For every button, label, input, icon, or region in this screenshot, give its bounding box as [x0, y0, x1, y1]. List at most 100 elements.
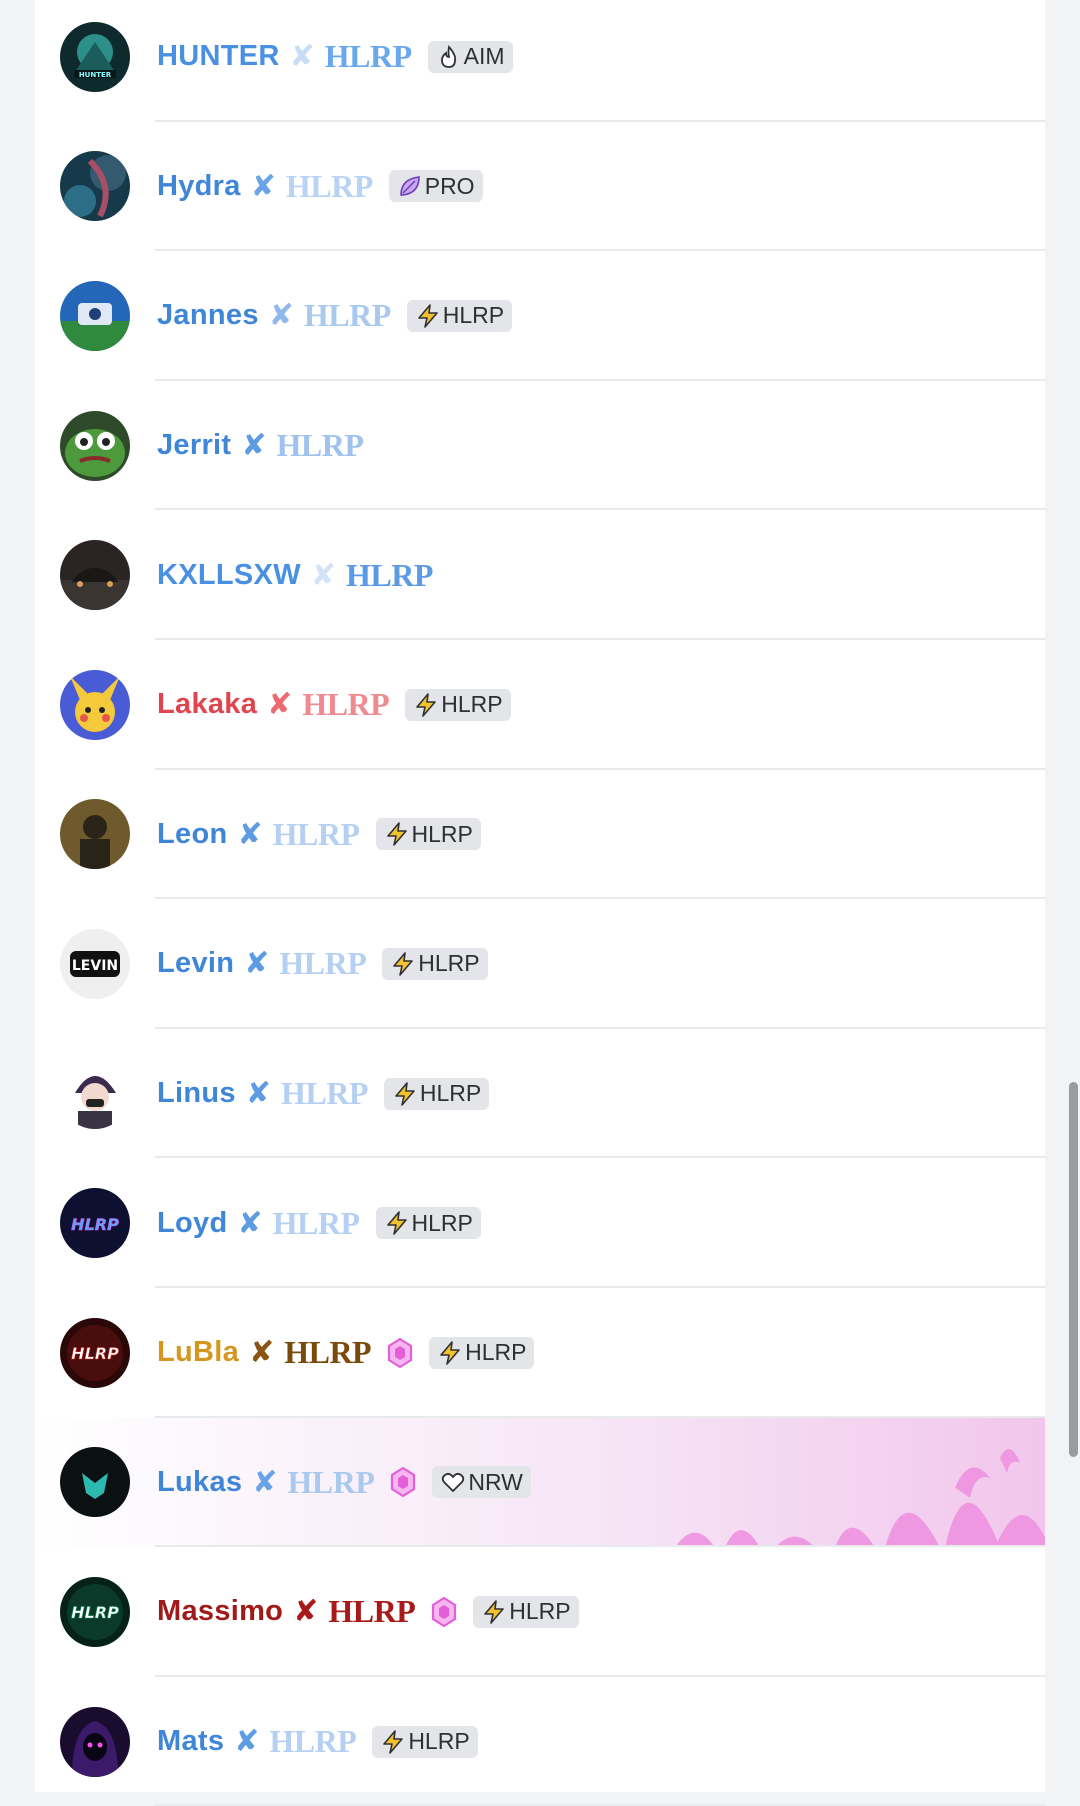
soldier-avatar [60, 799, 130, 870]
member-row[interactable]: HLRP Massimo ✘ HLRP HLRP [35, 1547, 1045, 1677]
badge-label: HLRP [419, 1080, 482, 1107]
hooded-avatar [60, 1706, 130, 1777]
bat-avatar [60, 1447, 130, 1518]
avatar[interactable] [60, 1058, 130, 1129]
anime-avatar [60, 1058, 130, 1129]
member-row[interactable]: Leon ✘ HLRP HLRP [35, 770, 1045, 900]
member-name[interactable]: Jerrit ✘ HLRP [157, 427, 364, 464]
username: Lukas [157, 1465, 243, 1498]
server-tag-badge[interactable]: AIM [427, 40, 513, 73]
member-name[interactable]: Jannes ✘ HLRP HLRP [157, 297, 513, 334]
server-tag-badge[interactable]: HLRP [405, 688, 511, 721]
clan-tag: HLRP [303, 297, 391, 334]
member-name[interactable]: Lukas ✘ HLRP NRW [157, 1464, 531, 1501]
badge-label: NRW [468, 1468, 523, 1495]
badge-label: HLRP [408, 1728, 470, 1755]
member-name[interactable]: Lakaka ✘ HLRP HLRP [157, 686, 511, 723]
hlrp-green-avatar: HLRP [60, 1576, 130, 1647]
member-name[interactable]: HUNTER ✘ HLRP AIM [157, 38, 513, 75]
member-name[interactable]: Massimo ✘ HLRP HLRP [157, 1593, 579, 1630]
scrollbar-thumb[interactable] [1069, 1082, 1078, 1457]
hydra-avatar [60, 151, 130, 222]
badge-label: HLRP [442, 302, 505, 329]
member-name[interactable]: Hydra ✘ HLRP PRO [157, 168, 483, 205]
username: Levin [157, 947, 235, 980]
server-tag-badge[interactable]: HLRP [473, 1595, 579, 1628]
cross-separator: ✘ [267, 688, 293, 722]
cross-separator: ✘ [244, 947, 270, 981]
member-row[interactable]: LEVIN Levin ✘ HLRP HLRP [35, 899, 1045, 1029]
member-row[interactable]: Hydra ✘ HLRP PRO [35, 122, 1045, 252]
username: Hydra [157, 169, 241, 202]
heart-icon [440, 1469, 466, 1495]
member-name[interactable]: Levin ✘ HLRP HLRP [157, 945, 488, 982]
member-row[interactable]: Jerrit ✘ HLRP [35, 381, 1045, 511]
server-tag-badge[interactable]: HLRP [406, 299, 513, 332]
server-tag-badge[interactable]: NRW [432, 1466, 531, 1499]
clan-tag: HLRP [284, 1334, 372, 1371]
lightning-icon [384, 821, 410, 847]
server-tag-badge[interactable]: HLRP [429, 1336, 535, 1369]
avatar[interactable]: HLRP [60, 1576, 130, 1647]
member-name[interactable]: Mats ✘ HLRP HLRP [157, 1723, 478, 1760]
avatar[interactable] [60, 669, 130, 740]
server-booster-icon[interactable] [390, 1466, 416, 1498]
lightning-icon [392, 1081, 418, 1107]
badge-label: HLRP [411, 1209, 473, 1236]
avatar[interactable] [60, 799, 130, 870]
member-row[interactable]: Mats ✘ HLRP HLRP [35, 1677, 1045, 1806]
svg-text:HUNTER: HUNTER [79, 71, 112, 79]
avatar[interactable]: HUNTER [60, 21, 130, 92]
member-row[interactable]: Lukas ✘ HLRP NRW [35, 1417, 1045, 1548]
member-name[interactable]: Leon ✘ HLRP HLRP [157, 816, 481, 853]
server-tag-badge[interactable]: PRO [388, 170, 483, 203]
avatar[interactable] [60, 410, 130, 481]
badge-label: HLRP [509, 1598, 571, 1625]
avatar[interactable] [60, 280, 130, 351]
avatar[interactable] [60, 1447, 130, 1518]
username: KXLLSXW [157, 558, 301, 591]
badge-label: PRO [424, 172, 475, 199]
avatar[interactable]: LEVIN [60, 928, 130, 999]
server-tag-badge[interactable]: HLRP [375, 1207, 481, 1240]
member-row[interactable]: HUNTER HUNTER ✘ HLRP AIM [35, 0, 1045, 122]
hlrp-neon-avatar: HLRP [60, 1188, 130, 1259]
cross-separator: ✘ [241, 429, 267, 463]
member-name[interactable]: LuBla ✘ HLRP HLRP [157, 1334, 535, 1371]
server-tag-badge[interactable]: HLRP [382, 947, 488, 980]
server-tag-badge[interactable]: HLRP [383, 1077, 490, 1110]
member-row[interactable]: HLRP Loyd ✘ HLRP HLRP [35, 1158, 1045, 1288]
clan-tag: HLRP [272, 815, 360, 852]
server-booster-icon[interactable] [431, 1596, 457, 1628]
username: Jerrit [157, 429, 232, 462]
cross-separator: ✘ [252, 1465, 278, 1499]
server-booster-icon[interactable] [387, 1337, 413, 1369]
server-tag-badge[interactable]: HLRP [372, 1725, 478, 1758]
avatar[interactable]: HLRP [60, 1188, 130, 1259]
cross-separator: ✘ [310, 558, 337, 592]
member-row[interactable]: Lakaka ✘ HLRP HLRP [35, 640, 1045, 770]
server-tag-badge[interactable]: HLRP [375, 818, 481, 851]
cross-separator: ✘ [249, 1336, 275, 1370]
lightning-icon [437, 1340, 463, 1366]
avatar[interactable] [60, 540, 130, 611]
username: Jannes [157, 299, 259, 332]
pikachu-avatar [60, 669, 130, 740]
username: Loyd [157, 1206, 228, 1239]
cross-separator: ✘ [237, 817, 263, 851]
avatar[interactable] [60, 151, 130, 222]
member-row[interactable]: Jannes ✘ HLRP HLRP [35, 251, 1045, 381]
member-name[interactable]: Loyd ✘ HLRP HLRP [157, 1205, 481, 1242]
member-name[interactable]: Linus ✘ HLRP HLRP [157, 1075, 490, 1112]
member-row[interactable]: KXLLSXW ✘ HLRP [35, 510, 1045, 640]
avatar[interactable]: HLRP [60, 1317, 130, 1388]
lightning-icon [390, 951, 416, 977]
lightning-icon [415, 303, 441, 329]
member-row[interactable]: Linus ✘ HLRP HLRP [35, 1029, 1045, 1159]
hunter-avatar: HUNTER [60, 21, 130, 92]
member-row[interactable]: HLRP LuBla ✘ HLRP HLRP [35, 1288, 1045, 1418]
cross-separator: ✘ [268, 299, 294, 333]
avatar[interactable] [60, 1706, 130, 1777]
username: Linus [157, 1077, 236, 1110]
member-name[interactable]: KXLLSXW ✘ HLRP [157, 557, 433, 594]
